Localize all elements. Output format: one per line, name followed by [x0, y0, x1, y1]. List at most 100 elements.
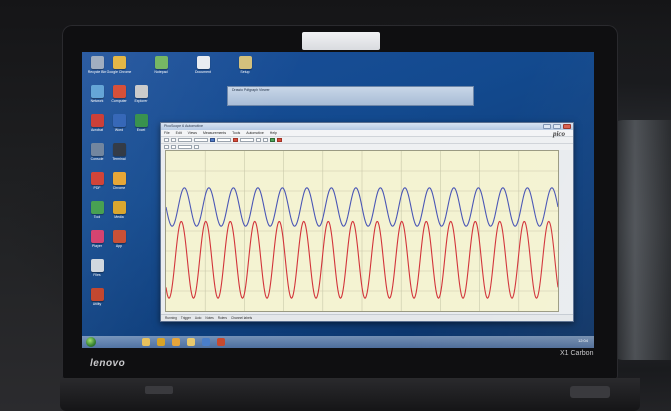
- desktop-icon-label: Document: [195, 70, 211, 74]
- open-icon[interactable]: [164, 138, 169, 142]
- setup-icon: [238, 56, 252, 69]
- console-icon: [90, 143, 104, 156]
- range-a-select[interactable]: [217, 138, 231, 142]
- desktop-icon[interactable]: Setup: [232, 56, 258, 74]
- word-icon: [112, 114, 126, 127]
- menu-item-help[interactable]: Help: [270, 131, 277, 135]
- window-title-bar[interactable]: PicoScope 6 Automotive: [161, 123, 573, 130]
- save-icon[interactable]: [171, 138, 176, 142]
- go-button[interactable]: [270, 138, 275, 142]
- timebase-select[interactable]: [178, 138, 192, 142]
- keyboard-key: [570, 386, 610, 398]
- help-icon[interactable]: [194, 145, 199, 149]
- stop-button[interactable]: [277, 138, 282, 142]
- player-icon: [90, 230, 104, 243]
- chrome-icon[interactable]: [172, 338, 180, 346]
- waveform-svg: [166, 151, 558, 311]
- zoom-icon[interactable]: [256, 138, 261, 142]
- desktop-icon-label: Chrome: [112, 186, 126, 190]
- status-auto[interactable]: Auto: [195, 316, 202, 320]
- menu-item-tools[interactable]: Tools: [232, 131, 240, 135]
- desktop-icon-label: Utility: [92, 302, 102, 306]
- brand-logo: lenovo: [90, 358, 126, 369]
- trigger-select[interactable]: [178, 145, 192, 149]
- desktop-icon[interactable]: Utility: [84, 288, 110, 306]
- terminal-icon: [112, 143, 126, 156]
- samples-select[interactable]: [194, 138, 208, 142]
- menu-item-file[interactable]: File: [164, 131, 170, 135]
- ruler-icon[interactable]: [164, 145, 169, 149]
- files-icon: [90, 259, 104, 272]
- status-trigger[interactable]: Trigger: [181, 316, 191, 320]
- background-window-title: Drawio Pdfgraph Viewer: [232, 88, 270, 92]
- background-window[interactable]: Drawio Pdfgraph Viewer: [227, 86, 474, 106]
- desktop-icon-label: App: [115, 244, 123, 248]
- range-b-select[interactable]: [240, 138, 254, 142]
- explorer-icon: [134, 85, 148, 98]
- maximize-button[interactable]: [553, 124, 561, 129]
- media-icon[interactable]: [157, 338, 165, 346]
- desktop-icon[interactable]: Google Chrome: [106, 56, 132, 74]
- desktop-icon[interactable]: Terminal: [106, 143, 132, 161]
- computer-icon: [112, 85, 126, 98]
- toolbar-1: [161, 136, 573, 143]
- pdf-icon: [90, 172, 104, 185]
- desktop-icon[interactable]: Chrome: [106, 172, 132, 190]
- desktop-icon-label: Setup: [240, 70, 250, 74]
- media-icon: [112, 201, 126, 214]
- desktop-icon[interactable]: App: [106, 230, 132, 248]
- desktop-icon-label: Terminal: [112, 157, 126, 161]
- pan-icon[interactable]: [263, 138, 268, 142]
- status-notes[interactable]: Notes: [205, 316, 213, 320]
- car-seat: [611, 120, 671, 360]
- desktop-icon[interactable]: Media: [106, 201, 132, 219]
- network-icon: [90, 85, 104, 98]
- picoscope-window[interactable]: PicoScope 6 Automotive File Edit Views Meas…: [160, 122, 574, 322]
- minimize-button[interactable]: [543, 124, 551, 129]
- status-channel-labels[interactable]: Channel labels: [231, 316, 252, 320]
- desktop-screen: Recycle Bin Google Chrome Notepad Document S…: [82, 52, 594, 348]
- oscilloscope-plot[interactable]: [165, 150, 559, 312]
- channel-a-button[interactable]: [210, 138, 215, 142]
- close-button[interactable]: [563, 124, 571, 129]
- menu-item-automotive[interactable]: Automotive: [246, 131, 264, 135]
- desktop-icon[interactable]: Excel: [128, 114, 154, 132]
- desktop-icon-label: Explorer: [134, 99, 148, 103]
- picoscope-icon[interactable]: [202, 338, 210, 346]
- desktop-icon-label: Google Chrome: [106, 70, 132, 74]
- desktop-icon-label: Notepad: [154, 70, 168, 74]
- document-icon: [196, 56, 210, 69]
- menu-item-edit[interactable]: Edit: [176, 131, 182, 135]
- explorer-icon[interactable]: [142, 338, 150, 346]
- desktop-icon-label: Media: [114, 215, 124, 219]
- chrome-icon: [112, 172, 126, 185]
- status-rulers[interactable]: Rulers: [218, 316, 227, 320]
- folder-icon[interactable]: [187, 338, 195, 346]
- keyboard-key: [145, 386, 173, 394]
- app-icon: [112, 230, 126, 243]
- menu-item-measurements[interactable]: Measurements: [203, 131, 226, 135]
- desktop-icon[interactable]: Explorer: [128, 85, 154, 103]
- chrome-icon: [112, 56, 126, 69]
- utility-icon: [90, 288, 104, 301]
- webcam-tape: [302, 32, 380, 50]
- notepad-icon: [154, 56, 168, 69]
- channel-b-button[interactable]: [233, 138, 238, 142]
- window-title: PicoScope 6 Automotive: [164, 124, 203, 128]
- recycle-bin-icon: [90, 56, 104, 69]
- taskbar: 12:04: [82, 336, 594, 348]
- app-icon[interactable]: [217, 338, 225, 346]
- desktop-icon[interactable]: Document: [190, 56, 216, 74]
- status-bar: Running Trigger Auto Notes Rulers Channel lab…: [161, 314, 573, 321]
- excel-icon: [134, 114, 148, 127]
- desktop-icon[interactable]: Files: [84, 259, 110, 277]
- desktop-icon-label: Files: [93, 273, 101, 277]
- menu-item-views[interactable]: Views: [188, 131, 197, 135]
- pico-logo: pico: [552, 130, 565, 138]
- status-running[interactable]: Running: [165, 316, 177, 320]
- acrobat-icon: [90, 114, 104, 127]
- measure-icon[interactable]: [171, 145, 176, 149]
- start-button[interactable]: [86, 337, 96, 347]
- laptop-base: [60, 378, 640, 411]
- desktop-icon[interactable]: Notepad: [148, 56, 174, 74]
